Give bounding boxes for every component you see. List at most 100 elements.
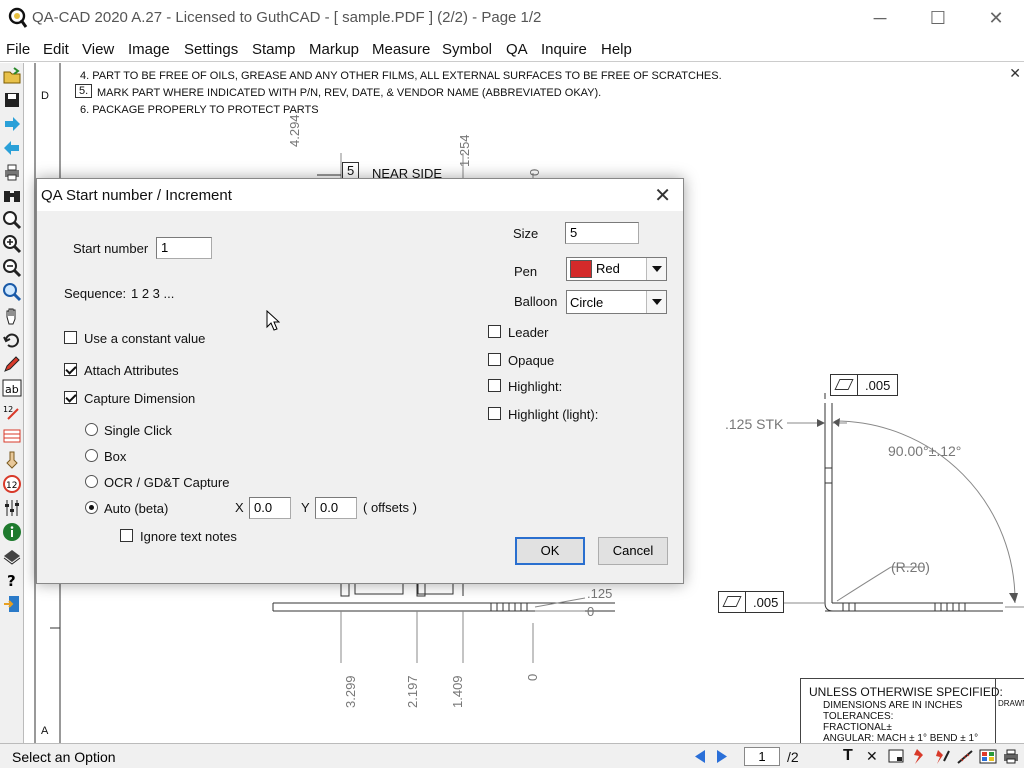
box-label[interactable]: Box — [104, 449, 126, 464]
help-icon[interactable]: ? — [2, 570, 22, 590]
table-icon[interactable] — [2, 426, 22, 446]
stock-thickness: .125 STK — [725, 416, 784, 432]
zoom-out-icon[interactable] — [2, 258, 22, 278]
status-message: Select an Option — [12, 749, 116, 765]
forward-arrow-icon[interactable] — [2, 114, 22, 134]
pointer-icon[interactable] — [2, 450, 22, 470]
next-page-icon[interactable] — [712, 747, 732, 766]
measure-icon[interactable] — [955, 747, 975, 766]
qa-start-number-dialog: QA Start number / Increment ✕ Start numb… — [36, 178, 684, 584]
leader-checkbox[interactable] — [488, 325, 501, 338]
flatness-frame-1: .005 — [830, 374, 898, 396]
menu-bar: File Edit View Image Settings Stamp Mark… — [0, 38, 1024, 62]
ignore-text-notes-label[interactable]: Ignore text notes — [140, 529, 237, 544]
offsets-label: ( offsets ) — [363, 500, 417, 515]
open-icon[interactable] — [2, 66, 22, 86]
capture-dimension-checkbox[interactable] — [64, 391, 77, 404]
minimize-button[interactable]: ─ — [860, 6, 900, 30]
highlight-light-label[interactable]: Highlight (light): — [508, 407, 598, 422]
menu-markup[interactable]: Markup — [309, 41, 359, 58]
dimension-125: .125 — [587, 586, 613, 601]
balloon-select[interactable]: Circle — [566, 290, 667, 314]
page-number-input[interactable]: 1 — [744, 747, 780, 766]
menu-view[interactable]: View — [82, 41, 114, 58]
undo-icon[interactable] — [2, 330, 22, 350]
auto-beta-radio[interactable] — [85, 501, 98, 514]
cancel-button[interactable]: Cancel — [598, 537, 668, 565]
auto-beta-label[interactable]: Auto (beta) — [104, 501, 168, 516]
save-icon[interactable] — [2, 90, 22, 110]
single-click-label[interactable]: Single Click — [104, 423, 172, 438]
menu-edit[interactable]: Edit — [43, 41, 69, 58]
svg-text:ab: ab — [5, 383, 19, 396]
zoom-in-icon[interactable] — [2, 234, 22, 254]
ocr-gdt-radio[interactable] — [85, 475, 98, 488]
frame-icon[interactable] — [886, 747, 906, 766]
spec-line: ANGULAR: MACH ± 1° BEND ± 1° — [823, 733, 979, 743]
leader-label[interactable]: Leader — [508, 325, 548, 340]
back-arrow-icon[interactable] — [2, 138, 22, 158]
red-pen-icon[interactable] — [909, 747, 929, 766]
info-icon[interactable] — [2, 522, 22, 542]
dialog-close-button[interactable]: ✕ — [654, 183, 671, 208]
y-offset-input[interactable]: 0.0 — [315, 497, 357, 519]
size-label: Size — [513, 226, 539, 241]
print-icon[interactable] — [2, 162, 22, 182]
delete-tool-icon[interactable]: ✕ — [866, 748, 878, 765]
pen-select[interactable]: Red — [566, 257, 667, 281]
opaque-label[interactable]: Opaque — [508, 353, 554, 368]
balloon-label: Balloon — [514, 294, 558, 309]
binoculars-icon[interactable] — [2, 186, 22, 206]
highlight-label[interactable]: Highlight: — [508, 379, 562, 394]
number-tag-icon[interactable]: 12 — [2, 402, 22, 422]
prev-page-icon[interactable] — [690, 747, 710, 766]
sequence-label: Sequence: — [64, 286, 127, 301]
box-radio[interactable] — [85, 449, 98, 462]
menu-settings[interactable]: Settings — [184, 41, 238, 58]
use-constant-label[interactable]: Use a constant value — [84, 331, 205, 346]
close-window-button[interactable]: ✕ — [976, 6, 1016, 30]
use-constant-checkbox[interactable] — [64, 331, 77, 344]
balloon-12-icon[interactable]: 12 — [2, 474, 22, 494]
ocr-gdt-label[interactable]: OCR / GD&T Capture — [104, 475, 229, 490]
pen-icon[interactable] — [2, 354, 22, 374]
menu-inquire[interactable]: Inquire — [541, 41, 587, 58]
menu-file[interactable]: File — [6, 41, 30, 58]
highlight-checkbox[interactable] — [488, 379, 501, 392]
stamp-icon[interactable] — [2, 546, 22, 566]
menu-qa[interactable]: QA — [506, 41, 528, 58]
single-click-radio[interactable] — [85, 423, 98, 436]
x-offset-input[interactable]: 0.0 — [249, 497, 291, 519]
app-logo-icon — [8, 7, 28, 28]
attach-attributes-checkbox[interactable] — [64, 363, 77, 376]
canvas-close-icon[interactable]: ✕ — [1009, 65, 1021, 82]
color-palette-icon[interactable] — [978, 747, 998, 766]
x-offset-label: X — [235, 500, 244, 515]
zoom-icon[interactable] — [2, 210, 22, 230]
opaque-checkbox[interactable] — [488, 353, 501, 366]
highlight-light-checkbox[interactable] — [488, 407, 501, 420]
sliders-icon[interactable] — [2, 498, 22, 518]
menu-stamp[interactable]: Stamp — [252, 41, 295, 58]
text-ab-icon[interactable]: ab — [2, 378, 22, 398]
menu-help[interactable]: Help — [601, 41, 632, 58]
start-number-input[interactable]: 1 — [156, 237, 212, 259]
menu-image[interactable]: Image — [128, 41, 170, 58]
maximize-button[interactable]: ☐ — [918, 6, 958, 30]
zoom-window-icon[interactable] — [2, 282, 22, 302]
menu-symbol[interactable]: Symbol — [442, 41, 492, 58]
menu-measure[interactable]: Measure — [372, 41, 430, 58]
exit-icon[interactable] — [2, 594, 22, 614]
svg-text:?: ? — [7, 572, 16, 590]
ok-button[interactable]: OK — [515, 537, 585, 565]
text-tool-icon[interactable]: T — [843, 747, 853, 765]
ignore-text-notes-checkbox[interactable] — [120, 529, 133, 542]
attach-attributes-label[interactable]: Attach Attributes — [84, 363, 179, 378]
dimension-0-bottom: 0 — [525, 673, 540, 681]
hand-pan-icon[interactable] — [2, 306, 22, 326]
printer-status-icon[interactable] — [1001, 747, 1021, 766]
pen-value: Red — [596, 261, 620, 276]
balloon-pen-icon[interactable] — [932, 747, 952, 766]
size-input[interactable]: 5 — [565, 222, 639, 244]
capture-dimension-label[interactable]: Capture Dimension — [84, 391, 195, 406]
